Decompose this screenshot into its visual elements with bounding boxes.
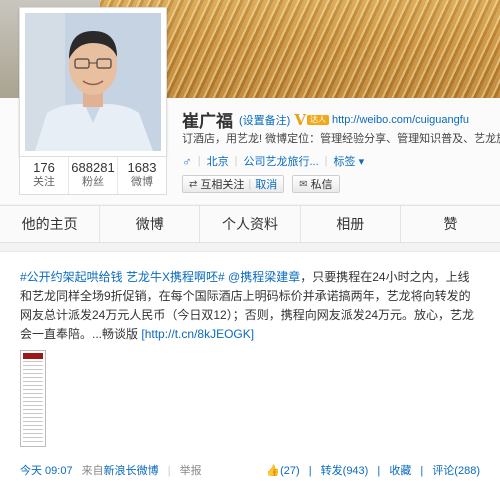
source-link[interactable]: 新浪长微博 <box>104 465 159 477</box>
location-link[interactable]: 北京 <box>207 153 229 169</box>
following-count: 176 <box>33 160 55 175</box>
mention-link[interactable]: @携程梁建章 <box>228 270 300 284</box>
weibo-post: #公开约架起哄给钱 艺龙牛X携程啊呸# @携程梁建章，只要携程在24小时之内，上… <box>0 251 500 481</box>
profile-actions: ⇄ 互相关注 | 取消 ✉ 私信 <box>182 175 340 193</box>
company-link[interactable]: 公司艺龙旅行... <box>243 153 318 169</box>
post-meta: 今天 09:07 来自新浪长微博 | 举报 <box>20 462 202 478</box>
weibo-url-link[interactable]: http://weibo.com/cuiguangfu <box>332 114 469 126</box>
divider: | <box>167 465 171 477</box>
avatar[interactable] <box>25 13 161 151</box>
divider: | <box>234 155 238 167</box>
profile-description: 订酒店，用艺龙! 微博定位：管理经验分享、管理知识普及、艺龙旅行网资讯 <box>182 133 500 145</box>
mutual-follow-icon: ⇄ <box>189 178 198 190</box>
chevron-down-icon: ▾ <box>358 156 365 168</box>
cancel-follow-link[interactable]: 取消 <box>255 176 277 192</box>
stat-followers[interactable]: 688281 粉丝 <box>69 157 118 194</box>
long-weibo-image <box>23 353 43 444</box>
followers-count: 688281 <box>71 160 115 175</box>
avatar-frame[interactable] <box>19 7 167 157</box>
divider: | <box>248 178 252 190</box>
post-actions: 👍(27) | 转发(943) | 收藏 | 评论(288) <box>266 462 480 478</box>
profile-stats: 176 关注 688281 粉丝 1683 微博 <box>19 157 167 195</box>
short-link[interactable]: [http://t.cn/8kJEOGK] <box>141 327 254 341</box>
tab-likes[interactable]: 赞 <box>401 206 500 242</box>
set-remark-link[interactable]: (设置备注) <box>239 112 290 128</box>
following-label: 关注 <box>33 176 55 188</box>
comment-button[interactable]: 评论(288) <box>432 465 480 477</box>
name-row: 崔广福 (设置备注) V 达人 http://weibo.com/cuiguan… <box>182 107 469 132</box>
thumbs-up-icon: 👍 <box>266 465 281 477</box>
profile-meta: ♂ | 北京 | 公司艺龙旅行... | 标签 ▾ <box>182 153 364 169</box>
divider: | <box>377 465 381 477</box>
source-prefix: 来自 <box>81 465 104 477</box>
repost-button[interactable]: 转发(943) <box>321 465 369 477</box>
stat-following[interactable]: 176 关注 <box>20 157 69 194</box>
avatar-image <box>25 13 161 151</box>
user-name: 崔广福 <box>182 112 233 131</box>
mutual-follow-label: 互相关注 <box>200 179 245 191</box>
post-thumbnail[interactable] <box>20 350 46 447</box>
verified-v-icon[interactable]: V <box>294 111 306 129</box>
posts-label: 微博 <box>131 176 153 188</box>
divider: | <box>420 465 424 477</box>
tab-weibo[interactable]: 微博 <box>100 206 201 242</box>
stat-posts[interactable]: 1683 微博 <box>118 157 166 194</box>
tab-home[interactable]: 他的主页 <box>0 206 101 242</box>
private-message-label: 私信 <box>310 179 333 191</box>
hashtag-link[interactable]: #公开约架起哄给钱 艺龙牛X携程啊呸# <box>20 270 225 284</box>
mutual-follow-button[interactable]: ⇄ 互相关注 | 取消 <box>182 175 285 193</box>
private-message-button[interactable]: ✉ 私信 <box>292 175 340 193</box>
divider: | <box>324 155 328 167</box>
tags-dropdown[interactable]: 标签 ▾ <box>334 153 365 169</box>
report-link[interactable]: 举报 <box>180 465 202 477</box>
like-button[interactable]: 👍(27) <box>266 465 299 477</box>
tab-profile-info[interactable]: 个人资料 <box>200 206 301 242</box>
favorite-button[interactable]: 收藏 <box>389 465 411 477</box>
divider: | <box>197 155 201 167</box>
tab-album[interactable]: 相册 <box>301 206 401 242</box>
post-time-link[interactable]: 今天 09:07 <box>20 465 73 477</box>
tags-label: 标签 <box>333 156 356 168</box>
like-count: (27) <box>280 465 300 477</box>
vip-badge-icon[interactable]: 达人 <box>306 114 329 125</box>
male-icon: ♂ <box>182 153 192 169</box>
divider: | <box>308 465 312 477</box>
posts-count: 1683 <box>127 160 157 175</box>
message-icon: ✉ <box>299 178 308 190</box>
followers-label: 粉丝 <box>82 176 104 188</box>
short-link-url: http://t.cn/8kJEOGK <box>144 327 251 341</box>
feed: #公开约架起哄给钱 艺龙牛X携程啊呸# @携程梁建章，只要携程在24小时之内，上… <box>0 243 500 481</box>
profile-tabs: 他的主页 微博 个人资料 相册 赞 <box>0 205 500 243</box>
post-content: #公开约架起哄给钱 艺龙牛X携程啊呸# @携程梁建章，只要携程在24小时之内，上… <box>20 268 480 344</box>
post-footer: 今天 09:07 来自新浪长微博 | 举报 👍(27) | 转发(943) | … <box>20 462 480 478</box>
